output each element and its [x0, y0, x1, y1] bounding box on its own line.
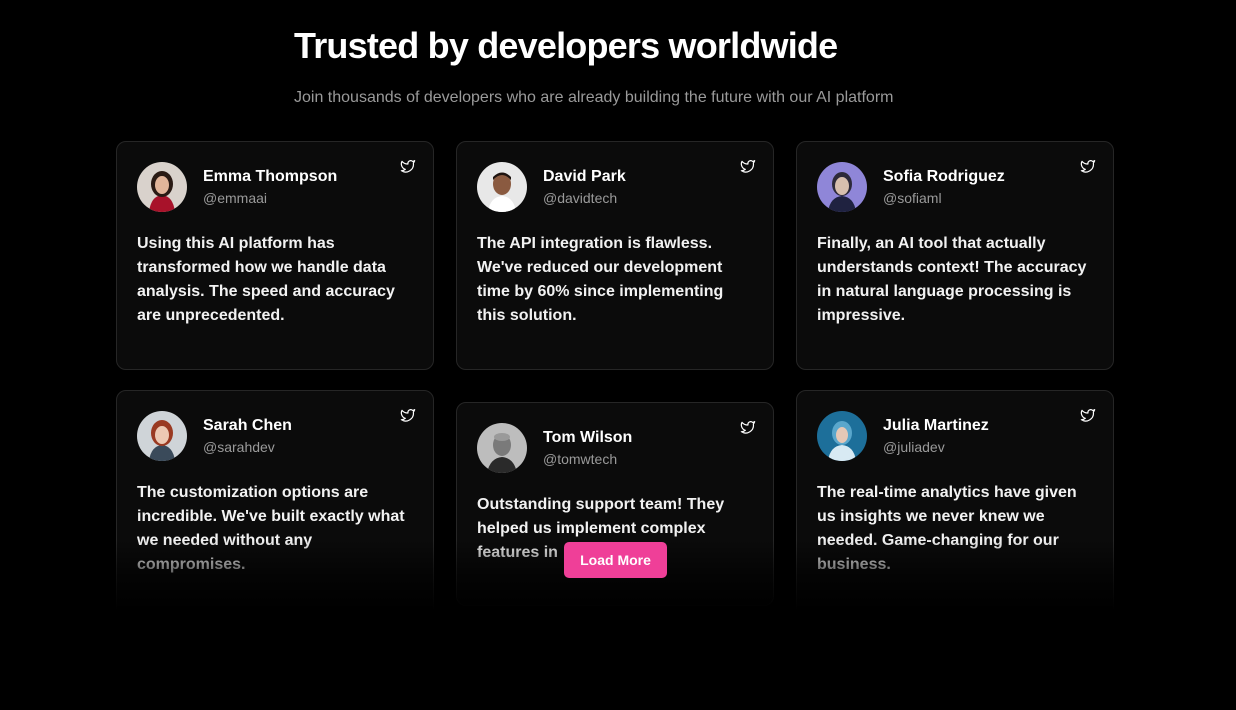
testimonial-card: Sarah Chen @sarahdev The customization o…: [116, 390, 434, 619]
twitter-icon[interactable]: [1079, 407, 1097, 423]
author-handle[interactable]: @sofiaml: [883, 189, 1005, 207]
author-handle[interactable]: @emmaai: [203, 189, 337, 207]
testimonial-text: The API integration is flawless. We've r…: [477, 235, 724, 324]
testimonial-text: The customization options are incredible…: [137, 484, 405, 573]
avatar: [477, 162, 527, 212]
avatar: [817, 411, 867, 461]
testimonial-text: Using this AI platform has transformed h…: [137, 235, 395, 324]
section-title: Trusted by developers worldwide: [294, 25, 838, 66]
testimonial-card: Julia Martinez @juliadev The real-time a…: [796, 390, 1114, 619]
avatar: [137, 411, 187, 461]
author-name: Emma Thompson: [203, 168, 338, 185]
testimonial-text: The real-time analytics have given us in…: [817, 484, 1077, 573]
author-handle[interactable]: @davidtech: [543, 189, 626, 207]
twitter-icon[interactable]: [1079, 158, 1097, 174]
author-handle[interactable]: @tomwtech: [543, 450, 632, 468]
load-more-button[interactable]: Load More: [564, 542, 667, 578]
author-name: Tom Wilson: [543, 429, 633, 446]
twitter-icon[interactable]: [399, 158, 417, 174]
twitter-icon[interactable]: [399, 407, 417, 423]
section-subtitle: Join thousands of developers who are alr…: [294, 89, 894, 106]
author-name: Julia Martinez: [883, 417, 989, 434]
author-name: David Park: [543, 168, 626, 185]
twitter-icon[interactable]: [739, 419, 757, 435]
avatar: [137, 162, 187, 212]
avatar: [817, 162, 867, 212]
testimonials-section: Trusted by developers worldwide Join tho…: [0, 0, 1236, 710]
author-handle[interactable]: @sarahdev: [203, 438, 292, 456]
author-handle[interactable]: @juliadev: [883, 438, 989, 456]
author-name: Sofia Rodriguez: [883, 168, 1005, 185]
twitter-icon[interactable]: [739, 158, 757, 174]
author-name: Sarah Chen: [203, 417, 292, 434]
testimonial-card: Sofia Rodriguez @sofiaml Finally, an AI …: [796, 141, 1114, 370]
testimonial-card: David Park @davidtech The API integratio…: [456, 141, 774, 370]
avatar: [477, 423, 527, 473]
testimonial-card: Emma Thompson @emmaai Using this AI plat…: [116, 141, 434, 370]
testimonial-text: Finally, an AI tool that actually unders…: [817, 235, 1087, 324]
